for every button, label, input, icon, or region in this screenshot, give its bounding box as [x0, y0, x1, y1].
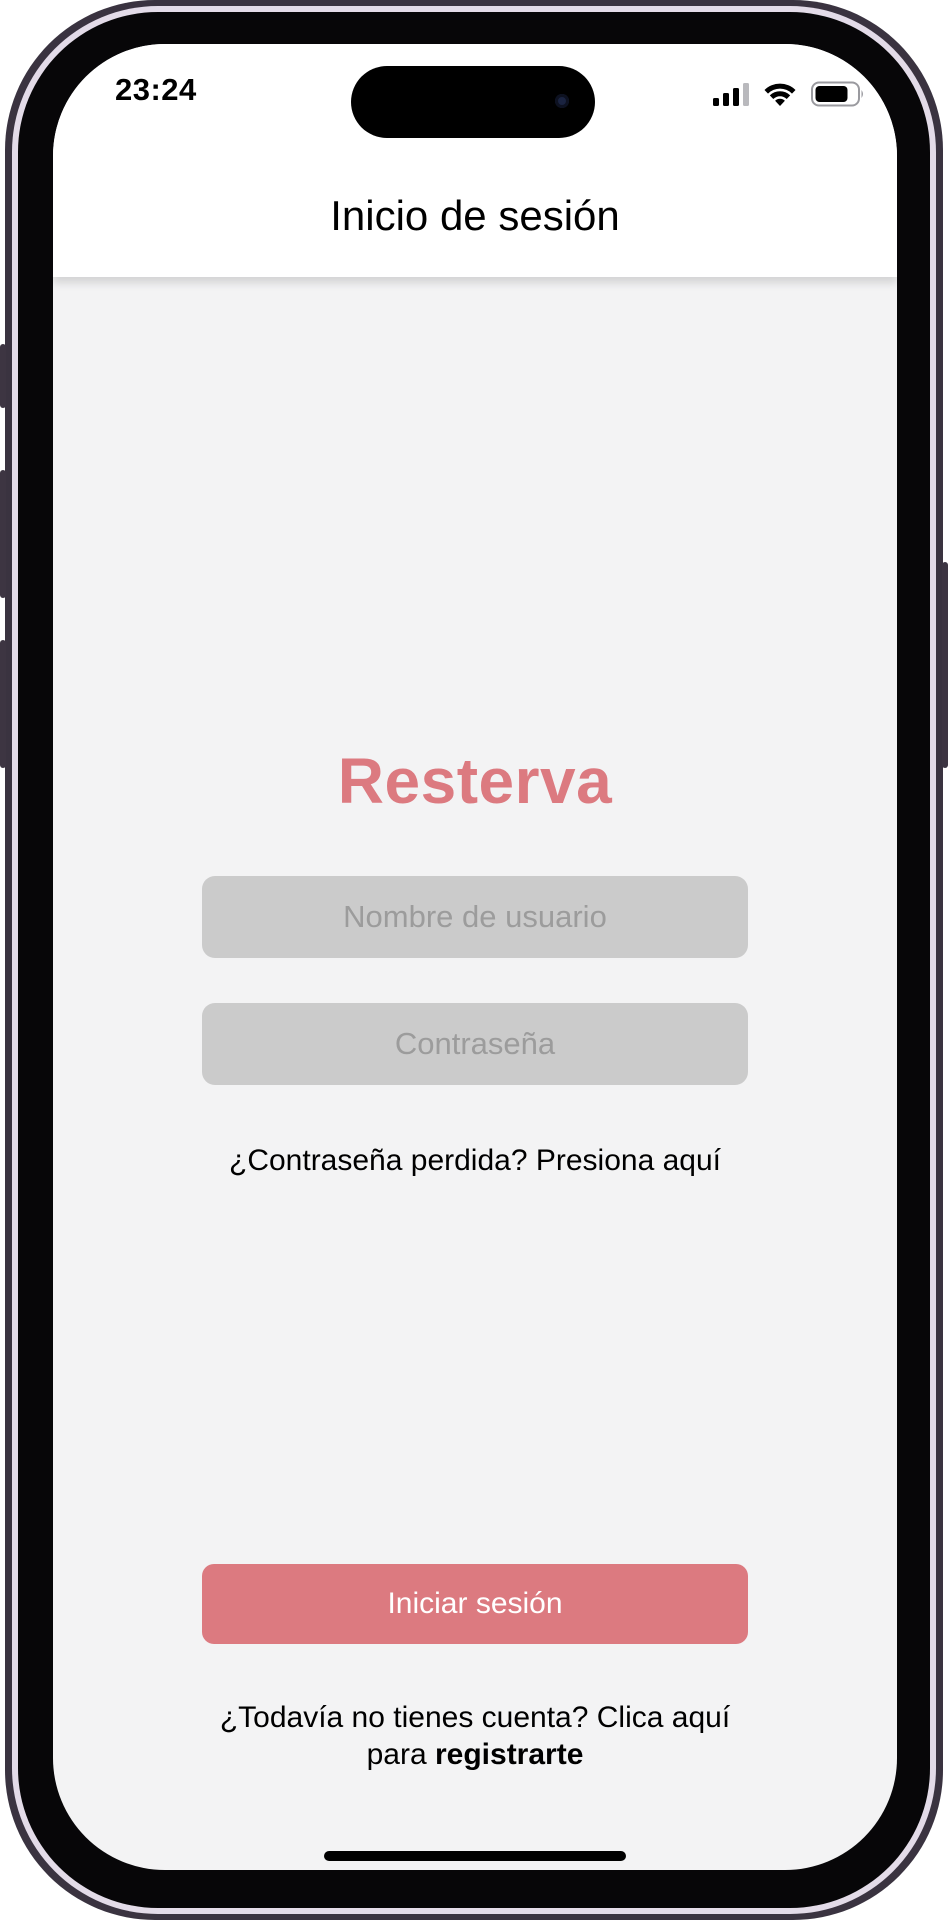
- volume-up-button: [0, 470, 6, 598]
- action-button: [0, 344, 6, 408]
- dynamic-island: [351, 66, 595, 138]
- page-title: Inicio de sesión: [330, 192, 620, 239]
- username-input[interactable]: [202, 876, 748, 958]
- login-button[interactable]: Iniciar sesión: [202, 1564, 748, 1644]
- register-link-text[interactable]: registrarte: [435, 1738, 583, 1771]
- signup-prefix: para: [366, 1738, 427, 1771]
- app-screen: Inicio de sesión 23:24 Resterva ¿Contras…: [53, 44, 897, 1870]
- home-indicator[interactable]: [324, 1851, 626, 1861]
- battery-icon: [811, 81, 863, 107]
- cellular-signal-icon: [713, 82, 749, 106]
- status-icons: [713, 78, 865, 110]
- wifi-icon: [764, 83, 796, 106]
- password-input[interactable]: [202, 1003, 748, 1085]
- signup-line-1: ¿Todavía no tienes cuenta? Clica aquí: [219, 1701, 731, 1734]
- signup-link[interactable]: ¿Todavía no tienes cuenta? Clica aquí pa…: [53, 1699, 897, 1773]
- forgot-password-link[interactable]: ¿Contraseña perdida? Presiona aquí: [53, 1144, 897, 1178]
- camera-icon: [555, 94, 569, 108]
- app-logo-title: Resterva: [337, 745, 613, 817]
- volume-down-button: [0, 640, 6, 768]
- power-button: [942, 562, 948, 768]
- signup-line-2: para registrarte: [53, 1736, 897, 1773]
- status-time: 23:24: [115, 72, 197, 107]
